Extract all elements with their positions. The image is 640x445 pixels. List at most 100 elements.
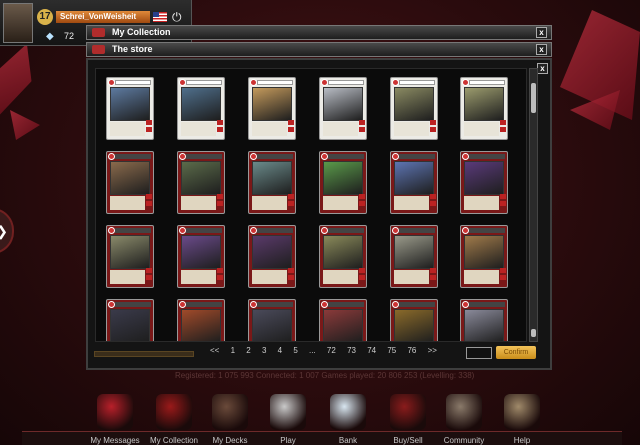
card[interactable] [319,299,367,341]
card[interactable] [248,77,296,140]
card-title-bar [115,302,151,307]
page-link[interactable]: 73 [347,346,356,355]
close-card-viewer-button[interactable]: x [537,63,548,74]
card-stat-marker [146,275,152,280]
card-stat-marker [146,127,152,132]
card[interactable] [177,151,225,214]
page-link[interactable]: 74 [367,346,376,355]
card-text-box [464,270,499,284]
card-title-bar [186,302,222,307]
card-stat-marker [217,275,223,280]
power-icon[interactable]: ⏻ [172,10,182,25]
scrollbar-thumb[interactable] [531,83,536,113]
card-cost-gem [250,79,257,86]
card-title-bar [328,154,364,159]
page-link[interactable]: 75 [387,346,396,355]
card[interactable] [319,151,367,214]
card[interactable] [177,77,225,140]
next-pages-button[interactable]: >> [428,346,437,355]
page-number-input[interactable] [466,347,492,359]
page-link[interactable]: 2 [246,346,250,355]
card[interactable] [106,151,154,214]
card[interactable] [248,225,296,288]
card-text-box [252,196,287,210]
card-title-bar [257,154,293,159]
page-link[interactable]: 4 [278,346,282,355]
card[interactable] [460,77,508,140]
card-stat-marker [359,127,365,132]
card-title-bar [257,302,293,307]
card[interactable] [390,225,438,288]
card-stat-marker [217,268,223,273]
nav-help[interactable]: Help [492,391,552,445]
card[interactable] [106,299,154,341]
previous-pages-button[interactable]: << [210,346,219,355]
page-link[interactable]: 72 [327,346,336,355]
card-art [323,161,363,195]
card[interactable] [390,151,438,214]
store-panel: x << 1 2 3 4 5 ... 72 73 74 75 76 >> Con… [86,58,552,370]
card-cost-gem [462,301,469,308]
close-store-button[interactable]: x [536,44,547,55]
card-grid-scrollbar[interactable] [529,68,538,342]
card-text-box [323,196,358,210]
nav-label: My Messages [90,436,140,445]
card-art [464,87,504,121]
card[interactable] [177,299,225,341]
nav-bank[interactable]: Bank [318,391,378,445]
nav-buy-sell[interactable]: Buy/Sell [378,391,438,445]
card-cost-gem [392,227,399,234]
page-link[interactable]: 76 [407,346,416,355]
card-art [252,161,292,195]
card-cost-gem [321,153,328,160]
card[interactable] [390,77,438,140]
card[interactable] [319,77,367,140]
page-link[interactable]: 1 [231,346,235,355]
scrollbar-down-handle[interactable] [531,329,536,337]
card[interactable] [460,225,508,288]
card-stat-marker [500,275,506,280]
nav-my-messages[interactable]: My Messages [85,391,145,445]
nav-my-collection[interactable]: My Collection [144,391,204,445]
nav-label: Bank [338,436,358,445]
card[interactable] [106,77,154,140]
nav-label: My Decks [212,436,248,445]
card-stat-marker [288,194,294,199]
card-stat-marker [430,127,436,132]
card-art [323,235,363,269]
card-stat-marker [500,127,506,132]
card[interactable] [460,151,508,214]
side-panel-toggle-arrow[interactable]: ❯ [0,208,14,254]
card-art [181,235,221,269]
card-title-bar [469,154,505,159]
page-link[interactable]: 3 [262,346,266,355]
pagination: << 1 2 3 4 5 ... 72 73 74 75 76 >> [210,346,446,360]
card[interactable] [177,225,225,288]
nav-play[interactable]: Play [258,391,318,445]
confirm-button[interactable]: Confirm [496,346,536,359]
card-art [323,309,363,341]
nav-community[interactable]: Community [434,391,494,445]
card[interactable] [248,151,296,214]
card-stat-marker [217,201,223,206]
card-text-box [110,270,145,284]
card[interactable] [460,299,508,341]
close-my-collection-button[interactable]: x [536,27,547,38]
card[interactable] [248,299,296,341]
card[interactable] [319,225,367,288]
card-title-bar [186,154,222,159]
store-title: The store [112,44,153,54]
page-link[interactable]: 5 [293,346,297,355]
nav-my-decks[interactable]: My Decks [200,391,260,445]
card-stat-marker [288,268,294,273]
card-stat-marker [500,194,506,199]
card[interactable] [106,225,154,288]
card-cost-gem [108,301,115,308]
window-icon [92,28,105,37]
card[interactable] [390,299,438,341]
card-cost-gem [392,79,399,86]
avatar[interactable] [3,3,33,43]
card-title-bar [115,80,151,85]
book-icon [504,394,540,430]
card-grid [95,68,527,342]
